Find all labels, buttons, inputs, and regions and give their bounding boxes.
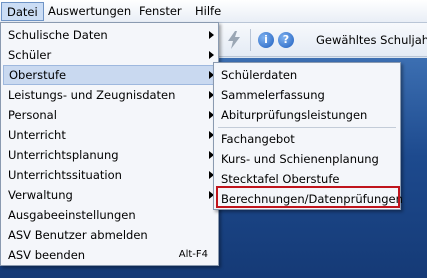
menu-item-verwaltung[interactable]: Verwaltung xyxy=(3,185,216,205)
highlight-outline xyxy=(216,186,400,208)
menu-item-label: Ausgabeeinstellungen xyxy=(8,208,136,222)
menu-hilfe[interactable]: Hilfe xyxy=(190,2,226,21)
menu-separator xyxy=(218,127,396,128)
menu-item-unterricht[interactable]: Unterricht xyxy=(3,125,216,145)
menu-item-label: ASV beenden xyxy=(8,248,86,262)
datei-dropdown-menu: Schulische Daten Schüler Oberstufe Leist… xyxy=(0,22,219,266)
menu-item-label: Leistungs- und Zeugnisdaten xyxy=(8,88,176,102)
menu-item-label: Schulische Daten xyxy=(8,28,108,42)
school-year-label[interactable]: Gewähltes Schuljahr xyxy=(316,32,427,48)
menu-item-unterrichtsplanung[interactable]: Unterrichtsplanung xyxy=(3,145,216,165)
menu-item-label: Oberstufe xyxy=(9,68,67,82)
menu-item-label: Kurs- und Schienenplanung xyxy=(221,152,379,166)
menu-datei[interactable]: Datei xyxy=(1,2,44,21)
menu-item-label: ASV Benutzer abmelden xyxy=(8,228,148,242)
submenu-item-kurs-und-schienenplanung[interactable]: Kurs- und Schienenplanung xyxy=(216,149,398,169)
menu-item-label: Stecktafel Oberstufe xyxy=(221,172,340,186)
menu-item-label: Unterrichtsplanung xyxy=(8,148,119,162)
submenu-item-abiturpruefungsleistungen[interactable]: Abiturprüfungsleistungen xyxy=(216,105,398,125)
menu-item-asv-beenden[interactable]: ASV beenden Alt-F4 xyxy=(3,245,216,265)
submenu-arrow-icon xyxy=(209,31,214,39)
menu-item-label: Verwaltung xyxy=(8,188,73,202)
menu-item-label: Unterricht xyxy=(8,128,66,142)
submenu-arrow-icon xyxy=(209,51,214,59)
menu-item-personal[interactable]: Personal xyxy=(3,105,216,125)
menu-item-schulische-daten[interactable]: Schulische Daten xyxy=(3,25,216,45)
submenu-item-sammelerfassung[interactable]: Sammelerfassung xyxy=(216,85,398,105)
menu-item-label: Fachangebot xyxy=(221,132,295,146)
menu-item-benutzer-abmelden[interactable]: ASV Benutzer abmelden xyxy=(3,225,216,245)
menu-item-unterrichtssituation[interactable]: Unterrichtssituation xyxy=(3,165,216,185)
menu-item-ausgabeeinstellungen[interactable]: Ausgabeeinstellungen xyxy=(3,205,216,225)
menu-fenster[interactable]: Fenster xyxy=(134,2,187,21)
menu-item-schueler[interactable]: Schüler xyxy=(3,45,216,65)
lightning-icon[interactable] xyxy=(226,31,242,49)
help-icon[interactable]: ? xyxy=(278,32,294,48)
submenu-item-fachangebot[interactable]: Fachangebot xyxy=(216,129,398,149)
shortcut-label: Alt-F4 xyxy=(178,249,208,260)
menu-item-label: Personal xyxy=(8,108,57,122)
menu-item-label: Unterrichtssituation xyxy=(8,168,122,182)
info-icon[interactable]: i xyxy=(258,32,274,48)
menu-bar: Datei Auswertungen Fenster Hilfe xyxy=(0,0,427,23)
menu-item-leistungs-und-zeugnisdaten[interactable]: Leistungs- und Zeugnisdaten xyxy=(3,85,216,105)
menu-item-oberstufe[interactable]: Oberstufe xyxy=(3,65,216,85)
menu-item-label: Schülerdaten xyxy=(221,68,298,82)
menu-item-label: Sammelerfassung xyxy=(221,88,325,102)
menu-auswertungen[interactable]: Auswertungen xyxy=(43,2,136,21)
submenu-item-schuelerdaten[interactable]: Schülerdaten xyxy=(216,65,398,85)
menu-item-label: Schüler xyxy=(8,48,52,62)
menu-item-label: Abiturprüfungsleistungen xyxy=(221,108,368,122)
toolbar-separator xyxy=(250,29,251,51)
